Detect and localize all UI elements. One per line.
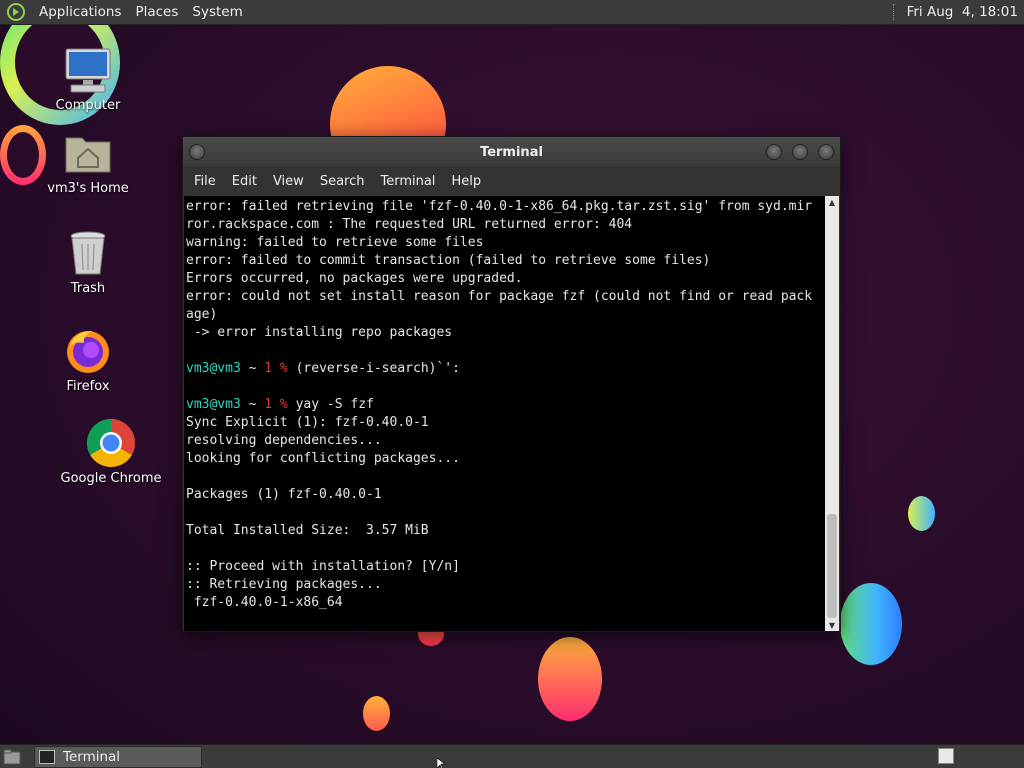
terminal-line: looking for conflicting packages... bbox=[186, 451, 460, 466]
menu-help[interactable]: Help bbox=[443, 174, 489, 189]
terminal-line: vm3@vm3 ~ 1 % (reverse-i-search)`': bbox=[186, 360, 826, 378]
chrome-icon bbox=[86, 418, 136, 468]
terminal-command: (reverse-i-search)`': bbox=[287, 361, 460, 376]
terminal-line: fzf-0.40.0-1-x86_64 bbox=[186, 595, 343, 610]
menu-search[interactable]: Search bbox=[312, 174, 373, 189]
desktop-icon-label: Firefox bbox=[66, 379, 110, 394]
window-title: Terminal bbox=[480, 144, 543, 160]
taskbar-terminal-button[interactable]: Terminal bbox=[34, 745, 202, 768]
desktop-icon-computer[interactable]: Computer bbox=[33, 45, 143, 113]
places-menu[interactable]: Places bbox=[128, 4, 185, 20]
terminal-line: error: could not set install reason for … bbox=[186, 289, 813, 304]
home-folder-icon bbox=[63, 128, 113, 178]
prompt-path: ~ bbox=[240, 361, 265, 376]
firefox-icon bbox=[63, 326, 113, 376]
terminal-line: -> error installing repo packages bbox=[186, 325, 453, 340]
wallpaper-shape bbox=[363, 696, 390, 731]
terminal-line: Packages (1) fzf-0.40.0-1 bbox=[186, 487, 382, 502]
desktop-icon-label: Trash bbox=[70, 281, 106, 296]
terminal-scrollbar[interactable]: ▲ ▼ bbox=[825, 196, 839, 631]
terminal-output[interactable]: error: failed retrieving file 'fzf-0.40.… bbox=[184, 196, 826, 631]
terminal-line: :: Proceed with installation? [Y/n] bbox=[186, 559, 460, 574]
taskbar-label: Terminal bbox=[63, 748, 121, 765]
terminal-line: ror.rackspace.com : The requested URL re… bbox=[186, 217, 633, 232]
prompt-status: 1 % bbox=[264, 361, 288, 376]
show-desktop-icon[interactable] bbox=[0, 745, 24, 768]
minimize-button[interactable] bbox=[766, 144, 782, 160]
menu-view[interactable]: View bbox=[265, 174, 312, 189]
terminal-line: Sync Explicit (1): fzf-0.40.0-1 bbox=[186, 415, 429, 430]
terminal-line: error: failed retrieving file 'fzf-0.40.… bbox=[186, 199, 813, 214]
maximize-button[interactable] bbox=[792, 144, 808, 160]
scroll-down-arrow-icon[interactable]: ▼ bbox=[825, 619, 839, 631]
terminal-line: age) bbox=[186, 307, 218, 322]
wallpaper-shape bbox=[840, 583, 902, 665]
desktop-icon-chrome[interactable]: Google Chrome bbox=[56, 418, 166, 486]
prompt-user: vm3@vm3 bbox=[186, 397, 241, 412]
workspace-switcher[interactable] bbox=[938, 748, 954, 764]
trash-icon bbox=[63, 228, 113, 278]
clock-text: Fri Aug 4, 18:01 bbox=[906, 4, 1018, 20]
menu-file[interactable]: File bbox=[186, 174, 224, 189]
menu-terminal[interactable]: Terminal bbox=[372, 174, 443, 189]
system-menu[interactable]: System bbox=[185, 4, 249, 20]
terminal-line: error: failed to commit transaction (fai… bbox=[186, 253, 711, 268]
desktop-icon-trash[interactable]: Trash bbox=[33, 228, 143, 296]
terminal-line: Total Installed Size: 3.57 MiB bbox=[186, 523, 429, 538]
desktop-icon-label: Google Chrome bbox=[60, 471, 162, 486]
terminal-line: resolving dependencies... bbox=[186, 433, 382, 448]
window-menu-button[interactable] bbox=[189, 144, 205, 160]
terminal-line: :: Retrieving packages... bbox=[186, 577, 382, 592]
close-button[interactable] bbox=[818, 144, 834, 160]
prompt-path: ~ bbox=[240, 397, 265, 412]
prompt-user: vm3@vm3 bbox=[186, 361, 241, 376]
computer-icon bbox=[63, 45, 113, 95]
desktop-icon-label: Computer bbox=[55, 98, 121, 113]
scrollbar-thumb[interactable] bbox=[827, 514, 837, 618]
wallpaper-shape bbox=[908, 496, 935, 531]
desktop-icon-firefox[interactable]: Firefox bbox=[33, 326, 143, 394]
terminal-window[interactable]: Terminal File Edit View Search Terminal … bbox=[182, 136, 841, 632]
terminal-command: yay -S fzf bbox=[287, 397, 374, 412]
terminal-menubar: File Edit View Search Terminal Help bbox=[183, 167, 840, 196]
applications-menu[interactable]: Applications bbox=[32, 4, 128, 20]
wallpaper-shape bbox=[538, 637, 602, 721]
scroll-up-arrow-icon[interactable]: ▲ bbox=[825, 196, 839, 208]
bottom-panel: Terminal bbox=[0, 744, 1024, 768]
terminal-line: vm3@vm3 ~ 1 % yay -S fzf bbox=[186, 396, 826, 414]
terminal-icon bbox=[39, 749, 55, 764]
prompt-status: 1 % bbox=[264, 397, 288, 412]
terminal-line: warning: failed to retrieve some files bbox=[186, 235, 484, 250]
top-panel: Applications Places System Fri Aug 4, 18… bbox=[0, 0, 1024, 25]
window-titlebar[interactable]: Terminal bbox=[183, 137, 840, 167]
desktop-icon-home[interactable]: vm3's Home bbox=[33, 128, 143, 196]
clock[interactable]: Fri Aug 4, 18:01 bbox=[892, 4, 1024, 20]
terminal-line: Errors occurred, no packages were upgrad… bbox=[186, 271, 523, 286]
desktop-icon-label: vm3's Home bbox=[47, 181, 129, 196]
menu-edit[interactable]: Edit bbox=[224, 174, 265, 189]
distro-logo-icon[interactable] bbox=[6, 2, 26, 22]
